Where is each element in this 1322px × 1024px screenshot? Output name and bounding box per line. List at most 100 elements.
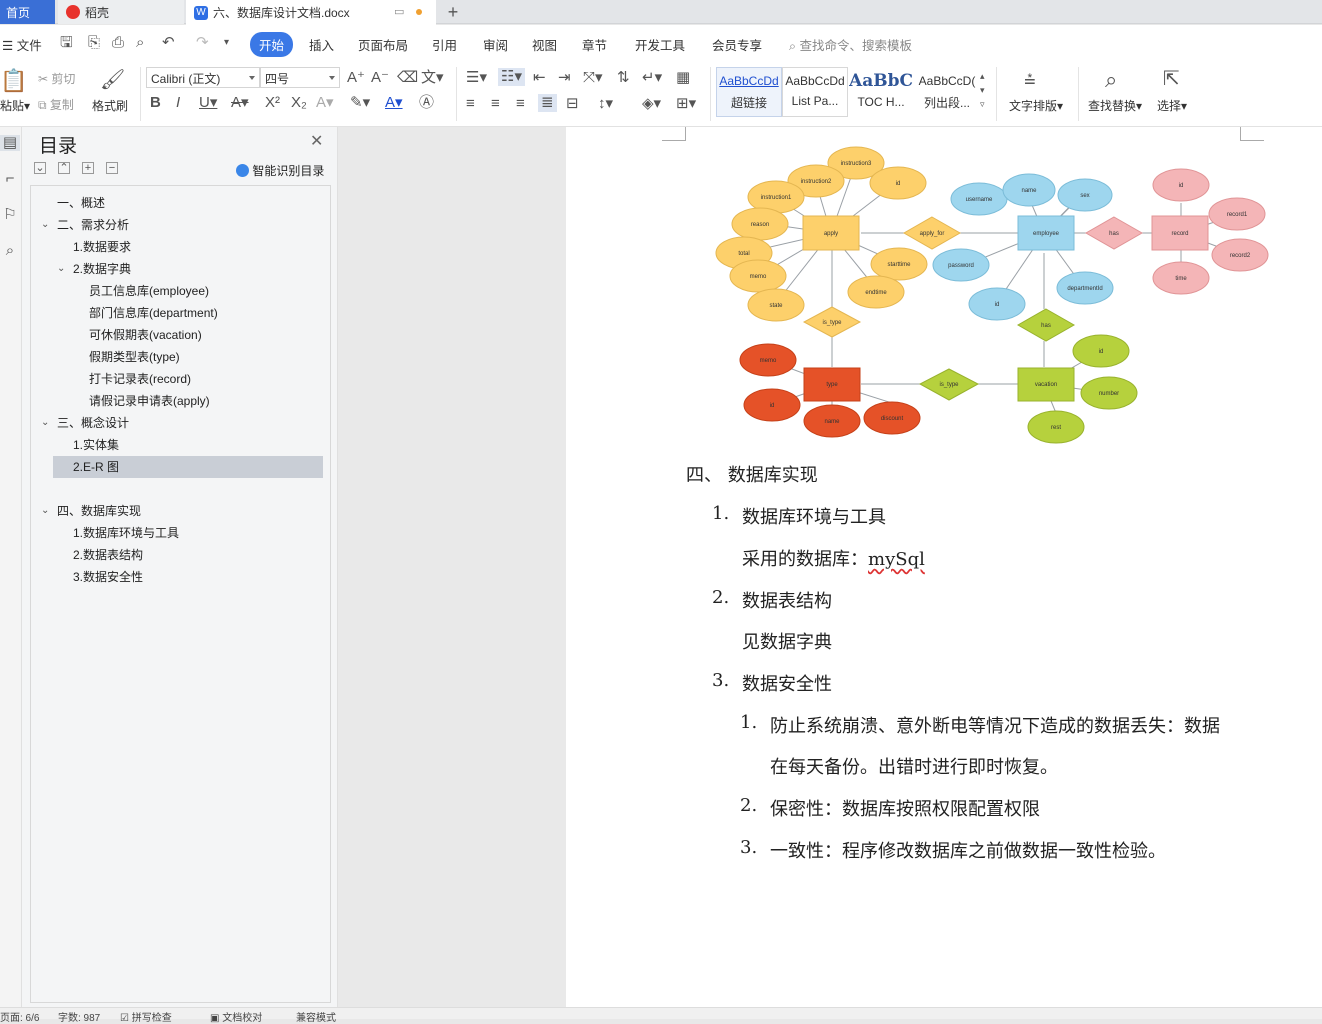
expand-all-icon[interactable]: ⌃ [58, 162, 70, 174]
command-search[interactable]: ⌕ 查找命令、搜索模板 [789, 35, 912, 54]
show-hide-marks-icon[interactable]: ↵▾ [642, 70, 662, 86]
cut-button[interactable]: ✂ 剪切 [38, 70, 75, 87]
styles-scroll-icon[interactable]: ▴ ▾ ▿ [980, 69, 985, 111]
close-icon[interactable]: ✕ [310, 134, 323, 150]
chevron-down-icon[interactable]: ⌄ [57, 264, 67, 274]
chapter-pane-icon[interactable]: ⌐ [0, 171, 20, 187]
align-right-icon[interactable]: ≡ [516, 96, 525, 112]
decrease-indent-icon[interactable]: ⇤ [533, 70, 546, 86]
distribute-icon[interactable]: ⊟ [566, 96, 579, 112]
copy-button[interactable]: ⧉ 复制 [38, 96, 74, 113]
toc-item-selected[interactable]: 2.E-R 图 [53, 456, 323, 478]
spell-check[interactable]: ☑ 拼写检查 [120, 1009, 172, 1024]
page-count[interactable]: 页面: 6/6 [0, 1009, 39, 1024]
format-painter-button[interactable]: 格式刷 [92, 97, 128, 114]
tab-daoke[interactable]: 稻壳 [58, 0, 184, 24]
menu-page-layout[interactable]: 页面布局 [358, 35, 408, 54]
print-preview-icon[interactable]: ⌕ [136, 35, 144, 51]
style-list-paragraph[interactable]: AaBbCcDd List Pa... [782, 67, 848, 117]
style-list-para-cn[interactable]: AaBbCcD( 列出段... [914, 67, 980, 117]
pinyin-icon[interactable]: 文▾ [421, 70, 444, 86]
chevron-down-icon[interactable]: ⌄ [41, 220, 51, 230]
find-pane-icon[interactable]: ⌕ [0, 243, 20, 259]
increase-indent-icon[interactable]: ⇥ [558, 70, 571, 86]
menu-references[interactable]: 引用 [432, 35, 457, 54]
menu-member[interactable]: 会员专享 [712, 35, 762, 54]
select-cursor-icon[interactable]: ⇱ [1163, 68, 1180, 90]
tab-document[interactable]: W 六、数据库设计文档.docx ▭ [186, 0, 436, 25]
toc-item[interactable]: 一、概述 [57, 192, 105, 214]
bookmark-icon[interactable]: ⚐ [0, 207, 20, 223]
line-spacing-icon[interactable]: ↕▾ [598, 96, 613, 112]
find-replace-button[interactable]: 查找替换▾ [1088, 97, 1142, 114]
format-painter-icon[interactable]: 🖌 [100, 69, 125, 91]
toc-item[interactable]: 2.数据字典 [73, 258, 131, 280]
toc-item[interactable]: 打卡记录表(record) [89, 368, 191, 390]
toc-item[interactable]: 1.数据库环境与工具 [73, 522, 179, 544]
toc-item[interactable]: 部门信息库(department) [89, 302, 218, 324]
borders-icon[interactable]: ⊞▾ [676, 96, 696, 112]
text-layout-button[interactable]: 文字排版▾ [1009, 97, 1063, 114]
remove-entry-icon[interactable]: − [106, 162, 118, 174]
save-icon[interactable]: 🖫 [60, 35, 73, 51]
menu-view[interactable]: 视图 [532, 35, 557, 54]
italic-icon[interactable]: I [176, 95, 180, 111]
superscript-icon[interactable]: X² [265, 95, 280, 111]
align-center-icon[interactable]: ≡ [491, 96, 500, 112]
screen-icon[interactable]: ▭ [394, 5, 404, 18]
paste-button[interactable]: 粘贴▾ [0, 97, 30, 114]
menu-developer[interactable]: 开发工具 [635, 35, 685, 54]
menu-chapter[interactable]: 章节 [582, 35, 607, 54]
char-border-icon[interactable]: Ⓐ [419, 95, 434, 111]
toc-item[interactable]: 三、概念设计 [57, 412, 129, 434]
text-effect-icon[interactable]: A▾ [316, 95, 334, 111]
menu-insert[interactable]: 插入 [309, 35, 334, 54]
style-toc-heading[interactable]: AaBbC( TOC H... [848, 67, 914, 117]
chinese-layout-icon[interactable]: ⤧▾ [583, 70, 603, 86]
tab-home[interactable]: 首页 [0, 0, 55, 24]
underline-icon[interactable]: U▾ [199, 95, 217, 111]
toc-item[interactable]: 四、数据库实现 [57, 500, 141, 522]
justify-icon[interactable]: ≣ [538, 94, 557, 112]
doc-proof[interactable]: ▣ 文档校对 [210, 1009, 262, 1024]
bold-icon[interactable]: B [150, 95, 161, 111]
font-name-select[interactable]: Calibri (正文) [146, 67, 260, 88]
align-left-icon[interactable]: ≡ [466, 96, 475, 112]
menu-file[interactable]: ☰ 文件 [2, 35, 42, 54]
chevron-down-icon[interactable]: ⌄ [41, 418, 51, 428]
toc-item[interactable]: 1.实体集 [73, 434, 119, 456]
toc-item[interactable]: 假期类型表(type) [89, 346, 180, 368]
shrink-font-icon[interactable]: A⁻ [371, 70, 389, 86]
sort-icon[interactable]: ⇅ [617, 70, 630, 86]
toc-item[interactable]: 2.数据表结构 [73, 544, 143, 566]
strikethrough-icon[interactable]: A▾ [231, 95, 249, 111]
shading-icon[interactable]: ◈▾ [642, 96, 661, 112]
menu-review[interactable]: 审阅 [483, 35, 508, 54]
select-button[interactable]: 选择▾ [1157, 97, 1187, 114]
new-tab-button[interactable]: + [442, 0, 464, 24]
word-count[interactable]: 字数: 987 [58, 1009, 100, 1024]
table-grid-icon[interactable]: ▦ [676, 70, 690, 86]
er-diagram[interactable]: instruction3 instruction2 instruction1 i… [706, 143, 1286, 453]
toc-item[interactable]: 请假记录申请表(apply) [89, 390, 210, 412]
undo-icon[interactable]: ↶ [162, 35, 175, 51]
numbered-list-icon[interactable]: ☷▾ [498, 68, 525, 86]
subscript-icon[interactable]: X₂ [291, 95, 307, 111]
paste-icon[interactable]: 📋 [0, 69, 27, 93]
font-color-icon[interactable]: A▾ [385, 95, 403, 111]
font-size-select[interactable]: 四号 [260, 67, 340, 88]
text-layout-icon[interactable]: ⩮ [1024, 69, 1036, 91]
chevron-down-icon[interactable]: ⌄ [41, 506, 51, 516]
redo-icon[interactable]: ↷ [196, 35, 209, 51]
toc-item[interactable]: 可休假期表(vacation) [89, 324, 202, 346]
toc-item[interactable]: 3.数据安全性 [73, 566, 143, 588]
collapse-all-icon[interactable]: ⌄ [34, 162, 46, 174]
misspelled-word[interactable]: mySql [868, 549, 925, 570]
export-pdf-icon[interactable]: ⎘ [88, 35, 100, 51]
clear-format-icon[interactable]: ⌫ [397, 70, 418, 86]
menu-start[interactable]: 开始 [250, 32, 294, 57]
toc-item[interactable]: 员工信息库(employee) [89, 280, 209, 302]
smart-toc-button[interactable]: 智能识别目录 [236, 162, 324, 179]
print-icon[interactable]: ⎙ [112, 35, 124, 51]
highlight-icon[interactable]: ✎▾ [350, 95, 370, 111]
